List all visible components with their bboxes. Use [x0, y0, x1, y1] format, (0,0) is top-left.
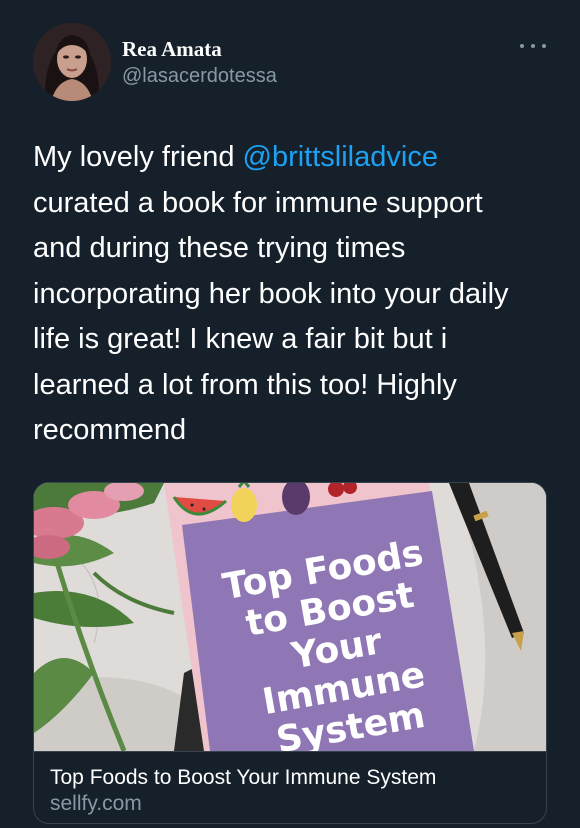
tweet-text-segment: My lovely friend [33, 141, 243, 173]
avatar-photo [33, 23, 111, 101]
user-handle[interactable]: @lasacerdotessa [122, 65, 277, 88]
dot [531, 44, 535, 48]
tweet-text-line: and during these trying times [33, 232, 406, 264]
card-image[interactable]: Top Foods to Boost Your Immune System [34, 483, 546, 751]
tweet: Rea Amata @lasacerdotessa My lovely frie… [0, 0, 580, 828]
book: Top Foods to Boost Your Immune System [164, 483, 474, 751]
card-footer[interactable]: Top Foods to Boost Your Immune System se… [34, 751, 546, 823]
card-domain: sellfy.com [50, 792, 142, 815]
book-cover-photo: Top Foods to Boost Your Immune System [34, 483, 546, 751]
link-preview-card[interactable]: Top Foods to Boost Your Immune System To… [33, 482, 547, 824]
tweet-text: My lovely friend @brittsliladvice curate… [33, 135, 553, 454]
dot [542, 44, 546, 48]
dot [520, 44, 524, 48]
tweet-text-line: life is great! I knew a fair bit but i [33, 323, 448, 355]
display-name[interactable]: Rea Amata [122, 37, 222, 62]
more-horizontal-icon[interactable] [520, 36, 546, 56]
tweet-text-line: recommend [33, 414, 187, 446]
mention-link[interactable]: @brittsliladvice [243, 141, 438, 173]
tweet-text-line: learned a lot from this too! Highly [33, 368, 457, 401]
tweet-text-line: incorporating her book into your daily [33, 277, 509, 310]
tweet-text-line: My lovely friend @brittsliladvice [33, 135, 553, 181]
card-title[interactable]: Top Foods to Boost Your Immune System [50, 766, 436, 790]
tweet-text-line: curated a book for immune support [33, 186, 483, 219]
avatar[interactable] [33, 23, 111, 101]
